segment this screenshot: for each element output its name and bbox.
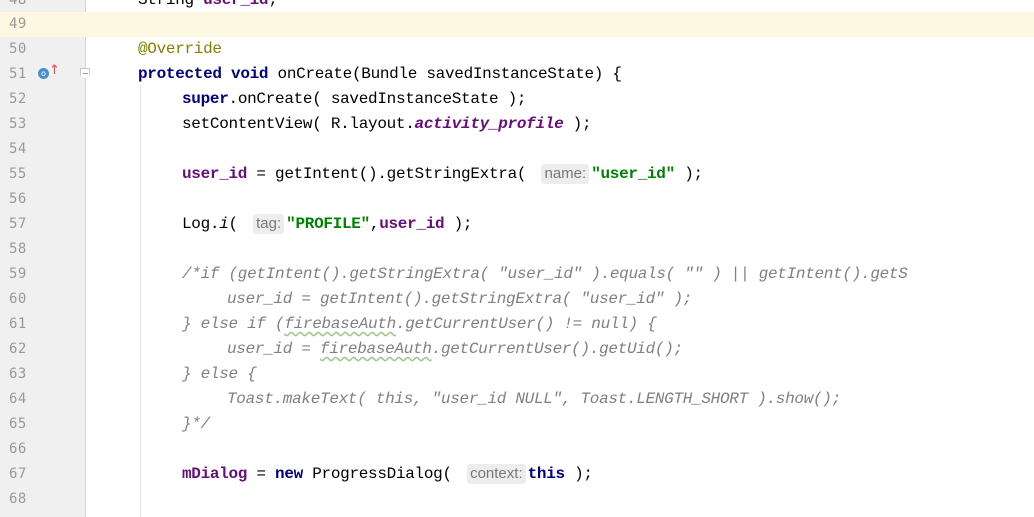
- annotation-token: @Override: [138, 40, 222, 58]
- line-number: 61: [9, 316, 27, 332]
- line-number: 51: [9, 66, 27, 82]
- typo-underlined-token: firebaseAuth: [320, 340, 432, 358]
- line-number: 66: [9, 441, 27, 457]
- code-token: setContentView( R.layout.: [182, 115, 415, 133]
- parameter-hint: context:: [467, 464, 526, 484]
- keyword-token: this: [527, 465, 566, 483]
- parameter-hint: name:: [541, 164, 590, 184]
- code-token: );: [444, 215, 473, 233]
- code-text[interactable]: super.onCreate( savedInstanceState );: [182, 87, 526, 112]
- code-line[interactable]: 51 protected void onCreate(Bundle savedI…: [0, 62, 1034, 87]
- code-text[interactable]: user_id = getIntent().getStringExtra( na…: [182, 162, 703, 187]
- code-token: .onCreate( savedInstanceState );: [228, 90, 527, 108]
- line-number: 68: [9, 491, 27, 507]
- comment-token: .getCurrentUser() != null) {: [395, 315, 657, 333]
- line-number: 50: [9, 41, 27, 57]
- line-number: 56: [9, 191, 27, 207]
- code-line[interactable]: 58: [0, 237, 1034, 262]
- code-token: = getIntent().getStringExtra(: [247, 165, 536, 183]
- field-token: user_id: [203, 0, 269, 9]
- line-number: 57: [9, 216, 27, 232]
- string-token: "user_id": [591, 165, 675, 183]
- overrides-method-icon[interactable]: o: [38, 68, 49, 79]
- line-number: 55: [9, 166, 27, 182]
- field-token: user_id: [182, 165, 248, 183]
- code-text[interactable]: protected void onCreate(Bundle savedInst…: [138, 62, 622, 87]
- comment-text[interactable]: /*if (getIntent().getStringExtra( "user_…: [182, 262, 908, 287]
- code-line[interactable]: 68: [0, 487, 1034, 512]
- comment-text[interactable]: } else if (firebaseAuth.getCurrentUser()…: [182, 312, 657, 337]
- code-line[interactable]: 63 } else {: [0, 362, 1034, 387]
- code-line[interactable]: 53 setContentView( R.layout.activity_pro…: [0, 112, 1034, 137]
- comment-token: } else if (: [182, 315, 285, 333]
- comment-token: user_id =: [227, 340, 321, 358]
- line-number: 54: [9, 141, 27, 157]
- line-number: 53: [9, 116, 27, 132]
- static-field-token: activity_profile: [414, 115, 564, 133]
- comment-text[interactable]: user_id = firebaseAuth.getCurrentUser().…: [227, 337, 683, 362]
- code-text[interactable]: @Override: [138, 37, 222, 62]
- keyword-token: void: [231, 65, 269, 83]
- code-token: ,: [369, 215, 380, 233]
- punct-token: ;: [268, 0, 278, 9]
- line-number: 52: [9, 91, 27, 107]
- code-line[interactable]: 65 }*/: [0, 412, 1034, 437]
- code-text[interactable]: Log.i( tag: "PROFILE",user_id );: [182, 212, 473, 237]
- line-number: 62: [9, 341, 27, 357]
- string-token: "PROFILE": [286, 215, 370, 233]
- comment-text[interactable]: user_id = getIntent().getStringExtra( "u…: [227, 287, 692, 312]
- field-token: mDialog: [182, 465, 248, 483]
- code-line-current[interactable]: 49: [0, 12, 1034, 37]
- comment-text[interactable]: } else {: [182, 362, 257, 387]
- static-method-token: i: [219, 215, 229, 233]
- code-token: onCreate(Bundle savedInstanceState) {: [268, 65, 622, 83]
- parameter-hint: tag:: [253, 214, 285, 234]
- code-line[interactable]: 57 Log.i( tag: "PROFILE",user_id );: [0, 212, 1034, 237]
- line-number: 49: [9, 16, 27, 32]
- code-line[interactable]: 54: [0, 137, 1034, 162]
- code-token: );: [563, 115, 592, 133]
- code-token: );: [674, 165, 703, 183]
- code-text[interactable]: setContentView( R.layout.activity_profil…: [182, 112, 592, 137]
- keyword-token: new: [275, 465, 303, 483]
- go-to-super-arrow-icon[interactable]: ↑: [49, 64, 60, 78]
- code-token: (: [228, 215, 248, 233]
- code-line[interactable]: 62 user_id = firebaseAuth.getCurrentUser…: [0, 337, 1034, 362]
- comment-text[interactable]: }*/: [182, 412, 210, 437]
- code-token: Log.: [182, 215, 220, 233]
- line-number: 67: [9, 466, 27, 482]
- code-line[interactable]: 55 user_id = getIntent().getStringExtra(…: [0, 162, 1034, 187]
- code-text[interactable]: mDialog = new ProgressDialog( context: th…: [182, 462, 593, 487]
- line-number: 65: [9, 416, 27, 432]
- line-number: 60: [9, 291, 27, 307]
- code-line[interactable]: 59 /*if (getIntent().getStringExtra( "us…: [0, 262, 1034, 287]
- line-number: 59: [9, 266, 27, 282]
- keyword-token: super: [182, 90, 229, 108]
- comment-token: .getCurrentUser().getUid();: [431, 340, 683, 358]
- code-line[interactable]: 56: [0, 187, 1034, 212]
- comment-text[interactable]: Toast.makeText( this, "user_id NULL", To…: [227, 387, 841, 412]
- code-line[interactable]: 64 Toast.makeText( this, "user_id NULL",…: [0, 387, 1034, 412]
- code-line[interactable]: 61 } else if (firebaseAuth.getCurrentUse…: [0, 312, 1034, 337]
- line-number: 63: [9, 366, 27, 382]
- keyword-token: protected: [138, 65, 222, 83]
- code-token: );: [564, 465, 593, 483]
- code-line[interactable]: 66: [0, 437, 1034, 462]
- line-number: 64: [9, 391, 27, 407]
- code-line[interactable]: 67 mDialog = new ProgressDialog( context…: [0, 462, 1034, 487]
- typo-underlined-token: firebaseAuth: [284, 315, 396, 333]
- line-number: 58: [9, 241, 27, 257]
- field-token: user_id: [379, 215, 445, 233]
- code-line[interactable]: 60 user_id = getIntent().getStringExtra(…: [0, 287, 1034, 312]
- code-line[interactable]: 52 super.onCreate( savedInstanceState );: [0, 87, 1034, 112]
- code-line[interactable]: 50 @Override: [0, 37, 1034, 62]
- code-token: =: [247, 465, 276, 483]
- code-token: ProgressDialog(: [302, 465, 462, 483]
- type-token: String: [138, 0, 204, 9]
